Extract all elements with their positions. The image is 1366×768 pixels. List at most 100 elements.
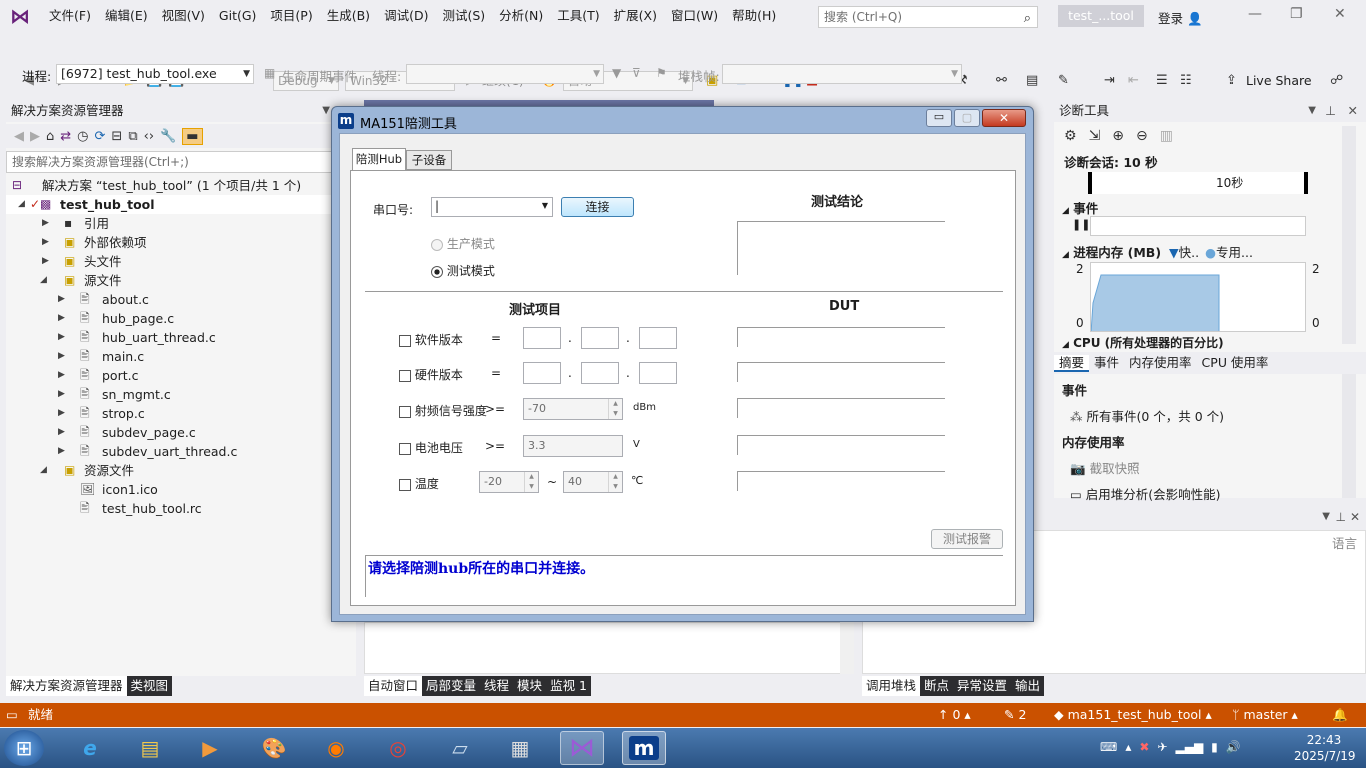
spinner-arrows-icon[interactable]: ▲ ▼ [608, 472, 622, 492]
media-player-icon[interactable]: ▶ [188, 731, 232, 765]
tab-1[interactable]: 类视图 [126, 676, 173, 696]
snapshot-button[interactable]: 📷 截取快照 [1070, 458, 1140, 477]
tree-item-file[interactable]: ▶ 🖹 about.c [6, 290, 356, 309]
tab-2[interactable]: 异常设置 [953, 676, 1012, 696]
chevron-right-icon[interactable]: ▶ [58, 404, 65, 423]
process-select[interactable]: [6972] test_hub_tool.exe ▼ [56, 64, 254, 84]
menu-item[interactable]: 工具(T) [550, 0, 606, 32]
autos-scrollbar[interactable] [840, 622, 854, 674]
filter-clear-icon[interactable]: ⊽ [632, 66, 641, 80]
sync-icon[interactable]: ⟳ [95, 129, 106, 144]
tab-1[interactable]: 局部变量 [422, 676, 481, 696]
chevron-right-icon[interactable]: ▶ [58, 290, 65, 309]
memory-section[interactable]: ◢ 进程内存 (MB) ▼快.. ●专用... [1062, 242, 1253, 261]
menu-item[interactable]: Git(G) [212, 0, 264, 32]
start-button[interactable]: ⊞ [4, 730, 44, 766]
dropdown-icon[interactable]: ▼ [1322, 511, 1330, 522]
tree-item-file[interactable]: 🖹 test_hub_tool.rc [6, 499, 356, 518]
tab-0[interactable]: 调用堆栈 [862, 676, 921, 696]
repo-indicator[interactable]: ◆ ma151_test_hub_tool ▴ [1054, 703, 1212, 727]
gear-icon[interactable]: ⚙ [1064, 128, 1077, 144]
export-icon[interactable]: ⇲ [1089, 128, 1101, 144]
hw-ver-major-input[interactable] [523, 362, 561, 384]
wrench-icon[interactable]: 🔧 [160, 129, 176, 144]
sign-in-link[interactable]: 登录 👤 [1158, 8, 1203, 27]
hw-ver-patch-input[interactable] [639, 362, 677, 384]
paint-icon[interactable]: 🎨 [252, 731, 296, 765]
chevron-right-icon[interactable]: ▶ [42, 252, 49, 271]
temp-max-spinner[interactable]: 40 ▲ ▼ [563, 471, 623, 493]
connect-button[interactable]: 连接 [561, 197, 634, 217]
calculator-icon[interactable]: ▦ [498, 731, 542, 765]
forward-icon[interactable]: ▶ [30, 129, 40, 144]
tree-item-external-deps[interactable]: ▶ ▣ 外部依赖项 [6, 233, 356, 252]
tree-solution-root[interactable]: ⊟ 解决方案 “test_hub_tool” (1 个项目/共 1 个) [6, 176, 356, 195]
tab-2[interactable]: 线程 [480, 676, 514, 696]
preview-icon[interactable]: ▬ [182, 127, 203, 145]
tree-item-file[interactable]: ▶ 🖹 sn_mgmt.c [6, 385, 356, 404]
clock[interactable]: 22:43 2025/7/19 [1294, 732, 1356, 764]
checkbox[interactable] [399, 334, 411, 347]
tab-1[interactable]: 断点 [920, 676, 954, 696]
diag-tab-2[interactable]: 内存使用率 [1124, 355, 1197, 370]
keyboard-icon[interactable]: ⌨ [1100, 740, 1117, 754]
history-icon[interactable]: ◷ [77, 129, 88, 144]
minimize-button[interactable]: — [1248, 6, 1262, 22]
timeline-ruler[interactable]: 10秒 [1088, 172, 1308, 194]
diag-lower-scrollbar[interactable] [1342, 374, 1356, 498]
tree-item-file[interactable]: ▶ 🖹 hub_uart_thread.c [6, 328, 356, 347]
hw-ver-minor-input[interactable] [581, 362, 619, 384]
cpu-section[interactable]: ◢ CPU (所有处理器的百分比) [1062, 334, 1224, 351]
temp-min-spinner[interactable]: -20 ▲ ▼ [479, 471, 539, 493]
edits-indicator[interactable]: ✎ 2 [1004, 703, 1026, 727]
zoom-out-icon[interactable]: ⊖ [1136, 128, 1148, 144]
flag-icon[interactable]: ⚑ [656, 66, 667, 80]
diag-upper-scrollbar[interactable] [1342, 126, 1356, 344]
tree-item-file[interactable]: ▶ 🖹 hub_page.c [6, 309, 356, 328]
chevron-down-icon[interactable]: ◢ [40, 271, 47, 290]
branch-indicator[interactable]: ᛘ master ▴ [1232, 703, 1298, 727]
close-button[interactable]: ✕ [1334, 6, 1346, 22]
sw-ver-patch-input[interactable] [639, 327, 677, 349]
tab-subdevice[interactable]: 子设备 [406, 150, 452, 170]
diag-tab-0[interactable]: 摘要 [1054, 355, 1090, 372]
menu-item[interactable]: 编辑(E) [98, 0, 155, 32]
tree-item-file[interactable]: ▶ 🖹 port.c [6, 366, 356, 385]
menu-item[interactable]: 项目(P) [263, 0, 319, 32]
home-icon[interactable]: ⌂ [46, 129, 54, 144]
tree-item-file[interactable]: 🖼 icon1.ico [6, 480, 356, 499]
copy-icon[interactable]: ⧉ [128, 129, 137, 144]
item-rf-strength[interactable]: 射频信号强度 [399, 402, 487, 419]
item-temperature[interactable]: 温度 [399, 475, 439, 492]
code-icon[interactable]: ‹› [144, 129, 154, 144]
tab-0[interactable]: 解决方案资源管理器 [6, 676, 127, 696]
item-hardware-version[interactable]: 硬件版本 [399, 366, 463, 383]
tab-3[interactable]: 模块 [513, 676, 547, 696]
tab-4[interactable]: 监视 1 [546, 676, 591, 696]
chevron-right-icon[interactable]: ▶ [58, 385, 65, 404]
item-battery-voltage[interactable]: 电池电压 [399, 439, 463, 456]
thread-select[interactable]: ▼ [406, 64, 604, 84]
collapse-all-icon[interactable]: ⊟ [111, 129, 122, 144]
menu-item[interactable]: 文件(F) [42, 0, 98, 32]
mode-test-radio[interactable]: 测试模式 [431, 262, 495, 279]
spinner-arrows-icon[interactable]: ▲ ▼ [608, 399, 622, 419]
item-software-version[interactable]: 软件版本 [399, 331, 463, 348]
stack-frame-select[interactable]: ▼ [722, 64, 962, 84]
push-indicator[interactable]: ↑ 0 ▴ [938, 703, 971, 727]
events-section[interactable]: ◢ 事件 [1062, 198, 1098, 217]
diag-tab-3[interactable]: CPU 使用率 [1197, 355, 1274, 370]
tree-item-header-files[interactable]: ▶ ▣ 头文件 [6, 252, 356, 271]
dropdown-icon[interactable]: ▼ [1308, 100, 1316, 122]
chevron-down-icon[interactable]: ◢ [40, 461, 47, 480]
menu-item[interactable]: 测试(S) [435, 0, 492, 32]
diag-tab-1[interactable]: 事件 [1089, 355, 1124, 370]
all-events-link[interactable]: ⁂ 所有事件(0 个，共 0 个) [1070, 406, 1224, 425]
menu-item[interactable]: 扩展(X) [607, 0, 664, 32]
chrome-icon[interactable]: ◎ [376, 731, 420, 765]
tree-item-references[interactable]: ▶ ▪ 引用 [6, 214, 356, 233]
pin-tray-icon[interactable]: ✈ [1157, 740, 1167, 754]
sw-ver-minor-input[interactable] [581, 327, 619, 349]
tree-project[interactable]: ◢ ✓ ▩ test_hub_tool [6, 195, 356, 214]
back-icon[interactable]: ◀ [14, 129, 24, 144]
